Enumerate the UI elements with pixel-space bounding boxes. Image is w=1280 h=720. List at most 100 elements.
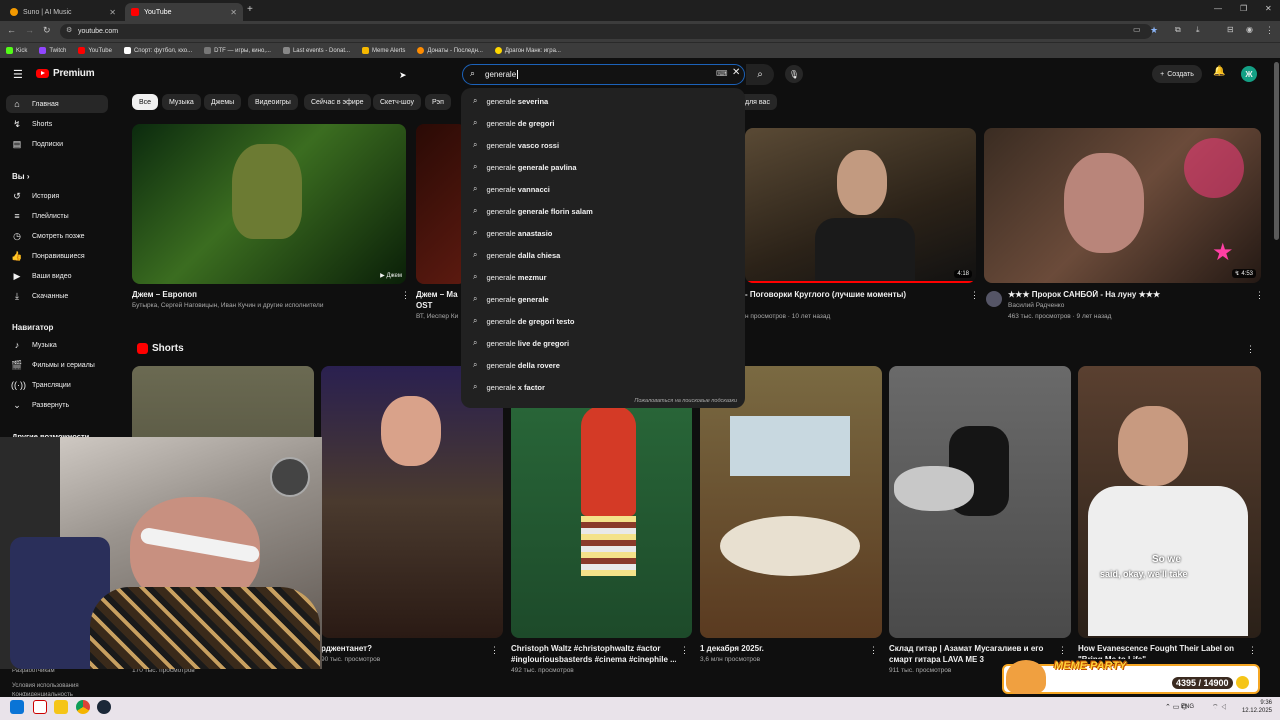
short-title[interactable]: 1 декабря 2025г. xyxy=(700,644,865,653)
more-options-icon[interactable]: ⋮ xyxy=(1058,645,1067,656)
voice-search-button[interactable]: 🎙 xyxy=(785,65,803,83)
video-thumbnail[interactable]: 4:18 xyxy=(745,128,976,283)
close-tab-icon[interactable]: ✕ xyxy=(230,8,237,17)
search-button[interactable]: ⌕ xyxy=(746,64,774,85)
channel-name[interactable]: Василий Радченко xyxy=(1008,302,1248,309)
chip-jams[interactable]: Джемы xyxy=(204,94,242,110)
sidebar-item-liked[interactable]: 👍 Понравившиеся xyxy=(6,247,108,265)
site-info-icon[interactable]: ⚙ xyxy=(66,26,72,34)
footer-privacy[interactable]: Конфиденциальность xyxy=(12,692,73,696)
language-indicator[interactable]: ENG xyxy=(1181,704,1194,710)
address-bar[interactable]: youtube.com xyxy=(60,24,1152,39)
sidebar-item-subscriptions[interactable]: ▤ Подписки xyxy=(6,135,108,153)
suggestion-item[interactable]: ⌕ generale de gregori xyxy=(473,113,554,133)
sidebar-item-shorts[interactable]: ↯ Shorts xyxy=(6,115,108,133)
short-title[interactable]: Склад гитар | Азамат Мусагалиев и его xyxy=(889,644,1054,653)
suggestion-item[interactable]: ⌕ generale de gregori testo xyxy=(473,311,574,331)
forward-icon[interactable]: → xyxy=(25,25,34,35)
profile-icon[interactable]: ◉ xyxy=(1246,25,1253,34)
video-thumbnail[interactable]: ▶ Джем xyxy=(132,124,406,284)
keyboard-icon[interactable]: ⌨ xyxy=(716,69,728,78)
chip-games[interactable]: Видеоигры xyxy=(248,94,298,110)
more-options-icon[interactable]: ⋮ xyxy=(970,290,979,301)
video-thumbnail[interactable] xyxy=(416,124,466,284)
sidebar-item-home[interactable]: ⌂ Главная xyxy=(6,95,108,113)
more-options-icon[interactable]: ⋮ xyxy=(401,290,410,301)
taskbar-clock[interactable]: 9:36 12.12.2025 xyxy=(1242,699,1272,715)
more-options-icon[interactable]: ⋮ xyxy=(1248,645,1257,656)
bookmark-twitch[interactable]: Twitch xyxy=(39,47,66,54)
plus-icon[interactable]: + xyxy=(247,4,253,15)
bookmark-youtube[interactable]: YouTube xyxy=(78,47,112,54)
sidebar-item-music[interactable]: ♪ Музыка xyxy=(6,336,108,354)
reload-icon[interactable]: ↻ xyxy=(43,25,51,36)
sidebar-item-playlists[interactable]: ≡ Плейлисты xyxy=(6,207,108,225)
sidebar-you-header[interactable]: Вы › xyxy=(12,172,30,181)
suggestion-item[interactable]: ⌕ generale mezmur xyxy=(473,267,547,287)
maximize-icon[interactable]: ❐ xyxy=(1240,4,1247,13)
video-title[interactable]: ★★★ Пророк САНБОЙ - На луну ★★★ xyxy=(1008,290,1248,299)
suggestion-item[interactable]: ⌕ generale generale xyxy=(473,289,549,309)
sidebar-item-your-videos[interactable]: ▶ Ваши видео xyxy=(6,267,108,285)
avatar[interactable]: Ж xyxy=(1241,66,1257,82)
more-options-icon[interactable]: ⋮ xyxy=(490,645,499,656)
suggestion-item[interactable]: ⌕ generale x factor xyxy=(473,377,545,397)
short-thumbnail[interactable]: So we said, okay, we'll take xyxy=(1078,366,1261,638)
short-title[interactable]: рджентанет? xyxy=(321,644,481,653)
video-title[interactable]: Джем – Европоп xyxy=(132,290,392,299)
bookmark-sport[interactable]: Спорт: футбол, кхо... xyxy=(123,47,192,54)
steam-icon[interactable] xyxy=(97,700,111,714)
sidebar-item-expand[interactable]: ⌄ Развернуть xyxy=(6,396,108,414)
close-window-icon[interactable]: ✕ xyxy=(1265,4,1272,13)
bookmark-kick[interactable]: Kick xyxy=(6,47,27,54)
more-options-icon[interactable]: ⋮ xyxy=(869,645,878,656)
search-input[interactable]: generale xyxy=(462,64,745,85)
cast-icon[interactable]: ▭ xyxy=(1133,25,1141,34)
hamburger-menu-icon[interactable]: ☰ xyxy=(13,68,23,81)
tab-youtube[interactable]: YouTube ✕ xyxy=(125,3,243,21)
chip-all[interactable]: Все xyxy=(132,94,159,110)
youtube-logo[interactable]: Premium xyxy=(36,68,95,79)
chip-live[interactable]: Сейчас в эфире xyxy=(304,94,371,110)
suggestion-item[interactable]: ⌕ generale generale pavlina xyxy=(473,157,577,177)
video-title[interactable]: - Поговорки Круглого (лучшие моменты) xyxy=(745,290,960,299)
windows-start-icon[interactable] xyxy=(10,700,24,714)
chip-rap[interactable]: Рэп xyxy=(425,94,451,110)
tab-search-icon[interactable]: ⊟ xyxy=(1227,25,1234,34)
report-suggestions-link[interactable]: Пожаловаться на поисковые подсказки xyxy=(634,398,737,404)
clear-search-icon[interactable]: ✕ xyxy=(732,67,740,78)
channel-avatar[interactable] xyxy=(986,291,1002,307)
suggestion-item[interactable]: ⌕ generale live de gregori xyxy=(473,333,569,353)
create-button[interactable]: + Создать xyxy=(1152,65,1202,83)
more-options-icon[interactable]: ⋮ xyxy=(680,645,689,656)
suggestion-item[interactable]: ⌕ generale anastasio xyxy=(473,223,552,243)
bookmark-dragon[interactable]: Драгон Манк: игра... xyxy=(494,47,561,54)
suggestion-item[interactable]: ⌕ generale severina xyxy=(473,91,548,111)
more-options-icon[interactable]: ⋮ xyxy=(1255,290,1264,301)
sidebar-item-live[interactable]: ((·)) Трансляции xyxy=(6,376,108,394)
chip-music[interactable]: Музыка xyxy=(162,94,201,110)
short-title[interactable]: Christoph Waltz #christophwaltz #actor xyxy=(511,644,676,653)
notifications-bell-icon[interactable]: 🔔 xyxy=(1213,66,1225,77)
page-scrollbar[interactable] xyxy=(1274,62,1279,240)
minimize-icon[interactable]: — xyxy=(1214,4,1222,13)
suggestion-item[interactable]: ⌕ generale vannacci xyxy=(473,179,550,199)
suggestion-item[interactable]: ⌕ generale vasco rossi xyxy=(473,135,559,155)
video-thumbnail[interactable]: ★ ↯ 4:53 xyxy=(984,128,1261,283)
sidebar-item-watch-later[interactable]: ◷ Смотреть позже xyxy=(6,227,108,245)
footer-terms[interactable]: Условия использования xyxy=(12,683,79,689)
video-title[interactable]: Джем – Ма xyxy=(416,290,462,299)
short-title[interactable]: How Evanescence Fought Their Label on xyxy=(1078,644,1243,653)
more-options-icon[interactable]: ⋮ xyxy=(1246,344,1255,355)
back-icon[interactable]: ← xyxy=(7,25,16,35)
suggestion-item[interactable]: ⌕ generale dalla chiesa xyxy=(473,245,560,265)
download-icon[interactable]: ⤓ xyxy=(1196,25,1200,35)
file-explorer-icon[interactable] xyxy=(54,700,68,714)
sidebar-item-history[interactable]: ↺ История xyxy=(6,187,108,205)
bookmark-star-icon[interactable]: ★ xyxy=(1150,25,1158,36)
yandex-browser-icon[interactable] xyxy=(33,700,47,714)
short-thumbnail[interactable] xyxy=(889,366,1071,638)
sidebar-item-downloads[interactable]: ⤓ Скачанные xyxy=(6,287,108,305)
bookmark-dtf[interactable]: DTF — игры, кино,... xyxy=(204,47,271,54)
chrome-icon[interactable] xyxy=(76,700,90,714)
